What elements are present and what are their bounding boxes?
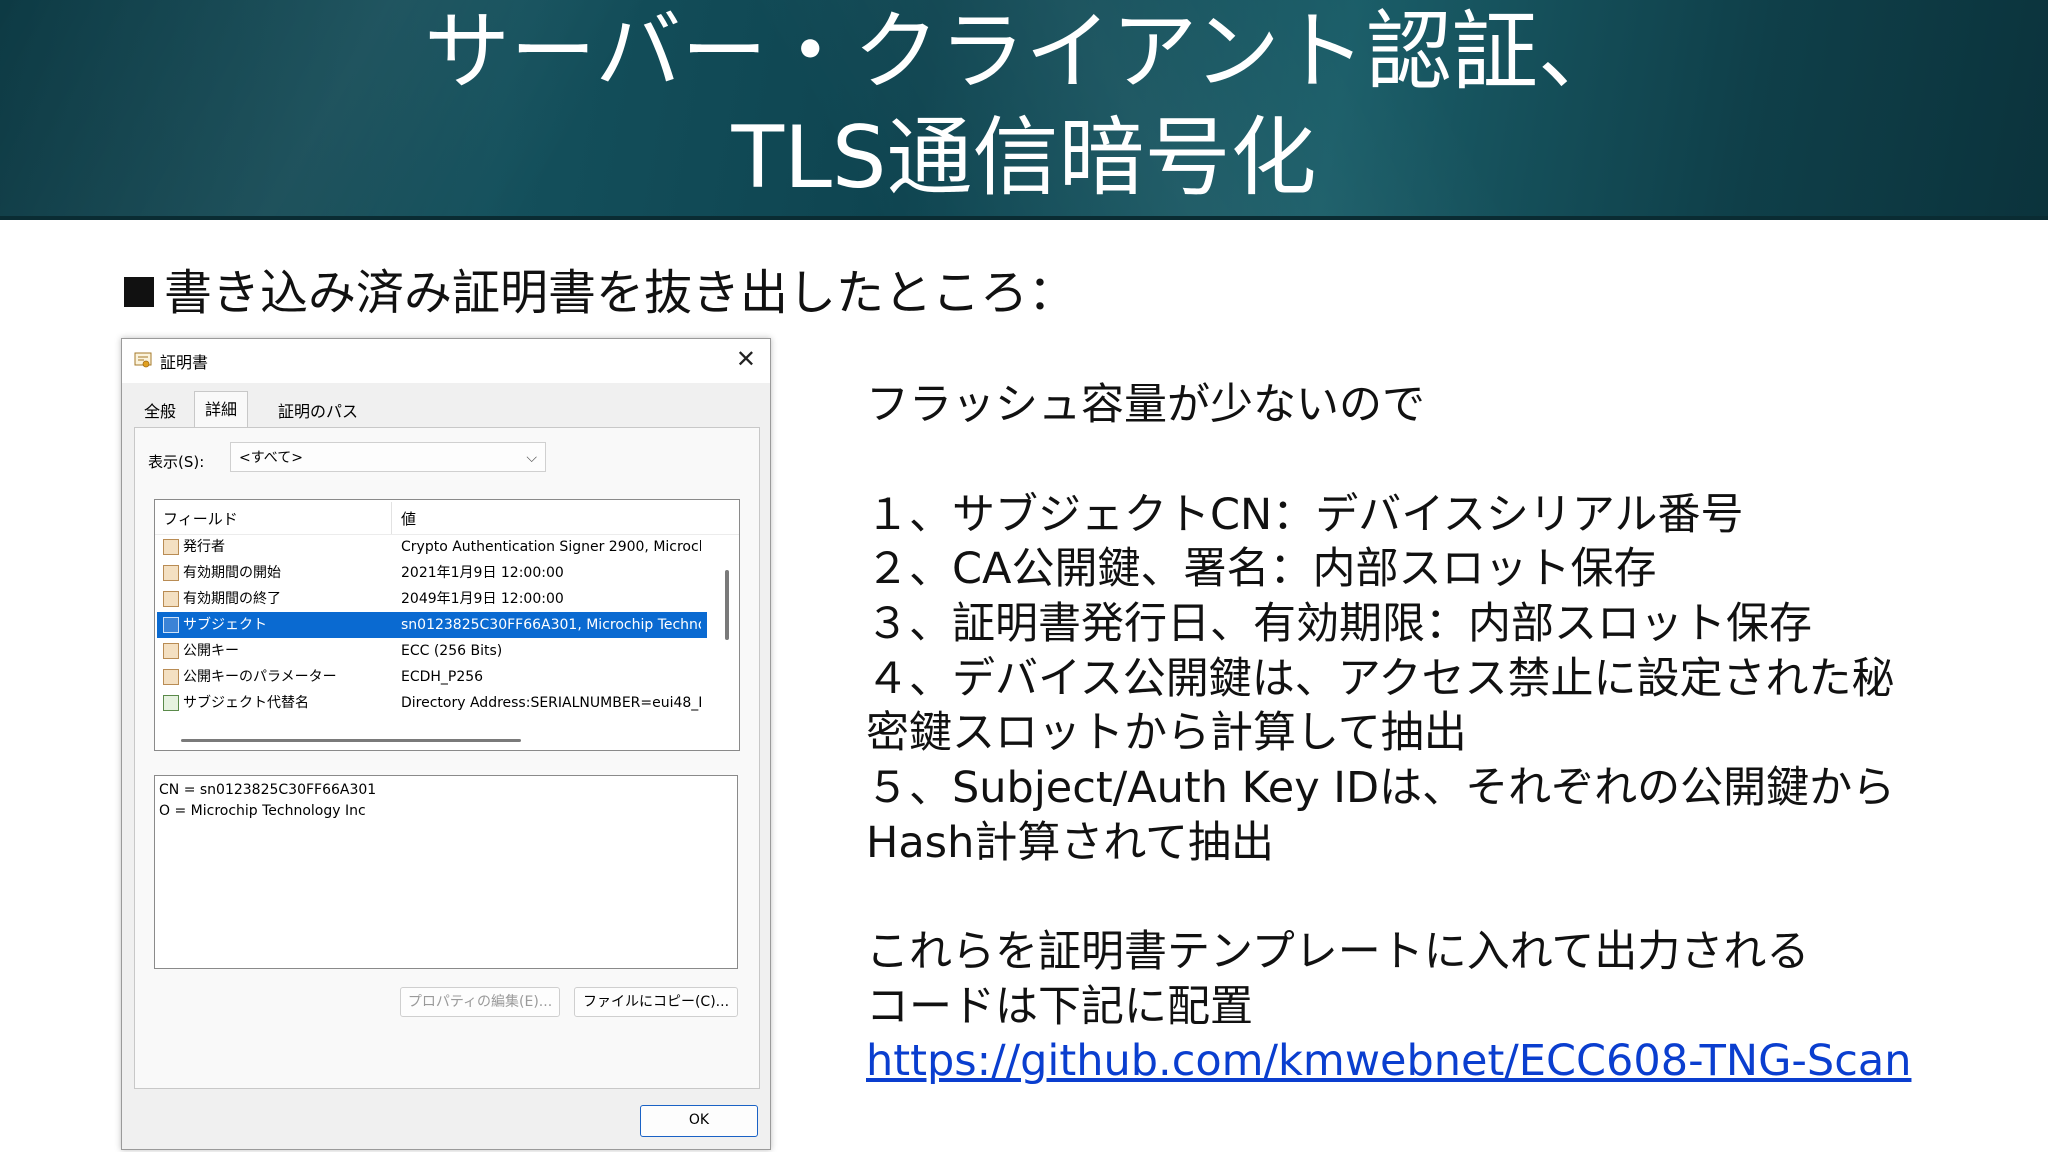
field-value: 2049年1月9日 12:00:00: [401, 591, 564, 607]
dialog-titlebar: 証明書 ✕: [122, 339, 770, 383]
horizontal-scrollbar[interactable]: [181, 739, 521, 742]
field-value: sn0123825C30FF66A301, Microchip Technol: [401, 617, 701, 633]
close-icon[interactable]: ✕: [736, 345, 756, 373]
slide-title-line1: サーバー・クライアント認証、: [424, 2, 1624, 102]
copy-to-file-button[interactable]: ファイルにコピー(C)...: [574, 987, 738, 1017]
section-heading-text: 書き込み済み証明書を抜き出したところ：: [164, 265, 1077, 321]
extension-icon: [163, 695, 179, 711]
chevron-down-icon: ⌵: [526, 450, 537, 466]
field-list[interactable]: フィールド 値 発行者 Crypto Authentication Signer…: [154, 499, 740, 751]
notes-item-5a: ５、Subject/Auth Key IDは、それぞれの公開鍵から: [866, 763, 1896, 813]
field-row-valid-from[interactable]: 有効期間の開始 2021年1月9日 12:00:00: [157, 560, 707, 586]
field-value: 2021年1月9日 12:00:00: [401, 565, 564, 581]
field-detail-box[interactable]: CN = sn0123825C30FF66A301 O = Microchip …: [154, 775, 738, 969]
vertical-scrollbar[interactable]: [725, 570, 729, 640]
tab-cert-path[interactable]: 証明のパス: [268, 397, 368, 427]
field-name: サブジェクト: [183, 617, 267, 633]
show-label: 表示(S):: [148, 453, 205, 471]
field-icon: [163, 565, 179, 581]
field-icon: [163, 617, 179, 633]
field-icon: [163, 591, 179, 607]
field-row-issuer[interactable]: 発行者 Crypto Authentication Signer 2900, M…: [157, 534, 707, 560]
field-name: 発行者: [183, 539, 225, 555]
certificate-icon: [134, 352, 152, 368]
dialog-title: 証明書: [160, 353, 209, 372]
field-name: 公開キーのパラメーター: [183, 669, 337, 685]
notes-item-4b: 密鍵スロットから計算して抽出: [866, 708, 1467, 758]
field-icon: [163, 539, 179, 555]
ok-button[interactable]: OK: [640, 1105, 758, 1137]
field-value: Directory Address:SERIALNUMBER=eui48_E: [401, 695, 701, 711]
field-row-key-params[interactable]: 公開キーのパラメーター ECDH_P256: [157, 664, 707, 690]
notes-intro: フラッシュ容量が少ないので: [866, 380, 1425, 430]
field-icon: [163, 643, 179, 659]
notes-item-2: ２、CA公開鍵、署名：内部スロット保存: [866, 544, 1657, 594]
field-list-header: フィールド 値: [155, 500, 739, 535]
field-name: 有効期間の開始: [183, 565, 281, 581]
detail-line: O = Microchip Technology Inc: [159, 803, 366, 819]
field-value: Crypto Authentication Signer 2900, Micro…: [401, 539, 701, 555]
field-name: 公開キー: [183, 643, 239, 659]
column-header-value[interactable]: 値: [401, 508, 416, 529]
detail-line: CN = sn0123825C30FF66A301: [159, 782, 377, 798]
tab-details[interactable]: 詳細: [194, 391, 249, 428]
github-link[interactable]: https://github.com/kmwebnet/ECC608-TNG-S…: [866, 1034, 1911, 1088]
column-divider[interactable]: [391, 502, 392, 534]
bullet-square-icon: [124, 277, 154, 307]
slide-title-line2: TLS通信暗号化: [731, 108, 1317, 208]
notes-outro-2: コードは下記に配置: [866, 982, 1253, 1032]
field-row-public-key[interactable]: 公開キー ECC (256 Bits): [157, 638, 707, 664]
certificate-dialog: 証明書 ✕ 全般 詳細 証明のパス 表示(S): <すべて> ⌵ フィールド 値…: [121, 338, 771, 1150]
notes-item-5b: Hash計算されて抽出: [866, 818, 1275, 868]
field-name: サブジェクト代替名: [183, 695, 309, 711]
section-heading: 書き込み済み証明書を抜き出したところ：: [124, 258, 1076, 328]
notes-item-4a: ４、デバイス公開鍵は、アクセス禁止に設定された秘: [866, 654, 1895, 704]
field-row-subject[interactable]: サブジェクト sn0123825C30FF66A301, Microchip T…: [157, 612, 707, 638]
field-icon: [163, 669, 179, 685]
tab-general[interactable]: 全般: [134, 397, 186, 427]
show-select-value: <すべて>: [239, 450, 303, 466]
title-banner: サーバー・クライアント認証、 TLS通信暗号化: [0, 0, 2048, 220]
edit-properties-button[interactable]: プロパティの編集(E)...: [400, 987, 560, 1017]
field-value: ECDH_P256: [401, 669, 484, 685]
notes-item-3: ３、証明書発行日、有効期限：内部スロット保存: [866, 599, 1812, 649]
tab-bar: 全般 詳細 証明のパス: [134, 391, 758, 428]
field-name: 有効期間の終了: [183, 591, 281, 607]
field-row-subject-alt-name[interactable]: サブジェクト代替名 Directory Address:SERIALNUMBER…: [157, 690, 707, 716]
field-value: ECC (256 Bits): [401, 643, 503, 659]
show-select[interactable]: <すべて> ⌵: [230, 442, 546, 472]
notes-outro-1: これらを証明書テンプレートに入れて出力される: [866, 927, 1810, 977]
notes-item-1: １、サブジェクトCN：デバイスシリアル番号: [866, 490, 1744, 540]
field-row-valid-to[interactable]: 有効期間の終了 2049年1月9日 12:00:00: [157, 586, 707, 612]
column-header-field[interactable]: フィールド: [163, 508, 238, 529]
